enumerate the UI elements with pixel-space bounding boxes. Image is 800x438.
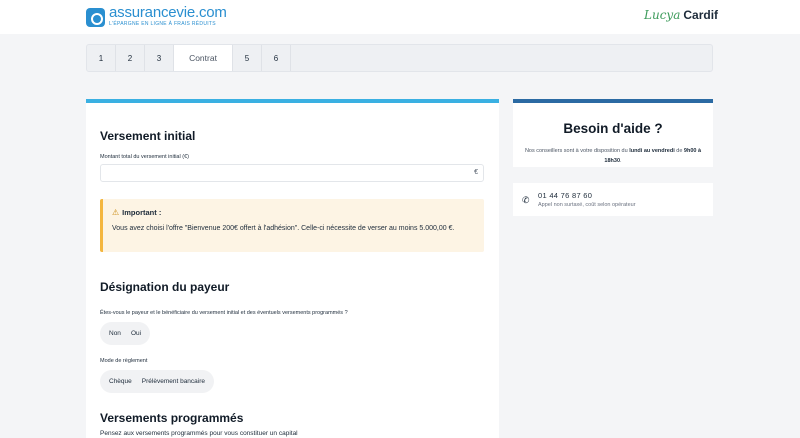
payment-mode-label: Mode de règlement bbox=[100, 358, 148, 364]
progress-stepper: 1 2 3 Contrat 5 6 bbox=[86, 44, 713, 72]
section-title-designation: Désignation du payeur bbox=[100, 280, 230, 294]
warning-icon: ⚠ bbox=[112, 208, 120, 217]
payer-toggle: Non Oui bbox=[100, 322, 151, 345]
option-cheque[interactable]: Chèque bbox=[104, 378, 137, 385]
partner-script: Lucya bbox=[644, 8, 681, 22]
option-non[interactable]: Non bbox=[104, 330, 126, 337]
step-5[interactable]: 5 bbox=[233, 45, 262, 71]
section-title-versements-programmes: Versements programmés bbox=[100, 411, 244, 425]
payment-mode-toggle: Chèque Prélèvement bancaire bbox=[100, 370, 215, 393]
lucya-cardif-logo: Lucya Cardif bbox=[644, 8, 718, 22]
logo-name: assurancevie.com bbox=[109, 4, 227, 21]
amount-label: Montant total du versement initial (€) bbox=[100, 154, 189, 160]
top-header: assurancevie.com L'ÉPARGNE EN LIGNE À FR… bbox=[0, 0, 800, 34]
form-card: Versement initial Montant total du verse… bbox=[86, 99, 499, 438]
important-alert: ⚠ Important : Vous avez choisi l'offre "… bbox=[100, 199, 484, 252]
step-2[interactable]: 2 bbox=[116, 45, 145, 71]
help-text: Nos conseillers sont à votre disposition… bbox=[524, 148, 702, 164]
payer-question: Êtes-vous le payeur et le bénéficiaire d… bbox=[100, 310, 348, 316]
step-contrat-active[interactable]: Contrat bbox=[174, 45, 233, 71]
euro-icon: € bbox=[474, 169, 478, 176]
alert-text: Vous avez choisi l'offre "Bienvenue 200€… bbox=[112, 225, 455, 232]
help-title: Besoin d'aide ? bbox=[563, 121, 663, 136]
option-oui[interactable]: Oui bbox=[126, 330, 146, 337]
step-3[interactable]: 3 bbox=[145, 45, 174, 71]
help-card: Besoin d'aide ? Nos conseillers sont à v… bbox=[513, 99, 713, 167]
partner-name: Cardif bbox=[683, 8, 719, 22]
phone-number[interactable]: 01 44 76 87 60 bbox=[538, 191, 592, 200]
step-6[interactable]: 6 bbox=[262, 45, 291, 71]
logo-tagline: L'ÉPARGNE EN LIGNE À FRAIS RÉDUITS bbox=[109, 21, 216, 27]
phone-icon: ✆ bbox=[522, 195, 530, 205]
phone-note: Appel non surtaxé, coût selon opérateur bbox=[538, 202, 636, 208]
step-1[interactable]: 1 bbox=[87, 45, 116, 71]
phone-card[interactable]: ✆ 01 44 76 87 60 Appel non surtaxé, coût… bbox=[513, 183, 713, 216]
assurancevie-logo[interactable]: assurancevie.com L'ÉPARGNE EN LIGNE À FR… bbox=[86, 5, 227, 27]
alert-title: Important : bbox=[122, 208, 162, 217]
versements-programmes-subtitle: Pensez aux versements programmés pour vo… bbox=[100, 430, 298, 437]
assurancevie-logo-icon bbox=[86, 8, 105, 27]
option-prelevement[interactable]: Prélèvement bancaire bbox=[137, 378, 210, 385]
section-title-versement-initial: Versement initial bbox=[100, 129, 196, 143]
amount-input[interactable]: € bbox=[100, 164, 484, 182]
